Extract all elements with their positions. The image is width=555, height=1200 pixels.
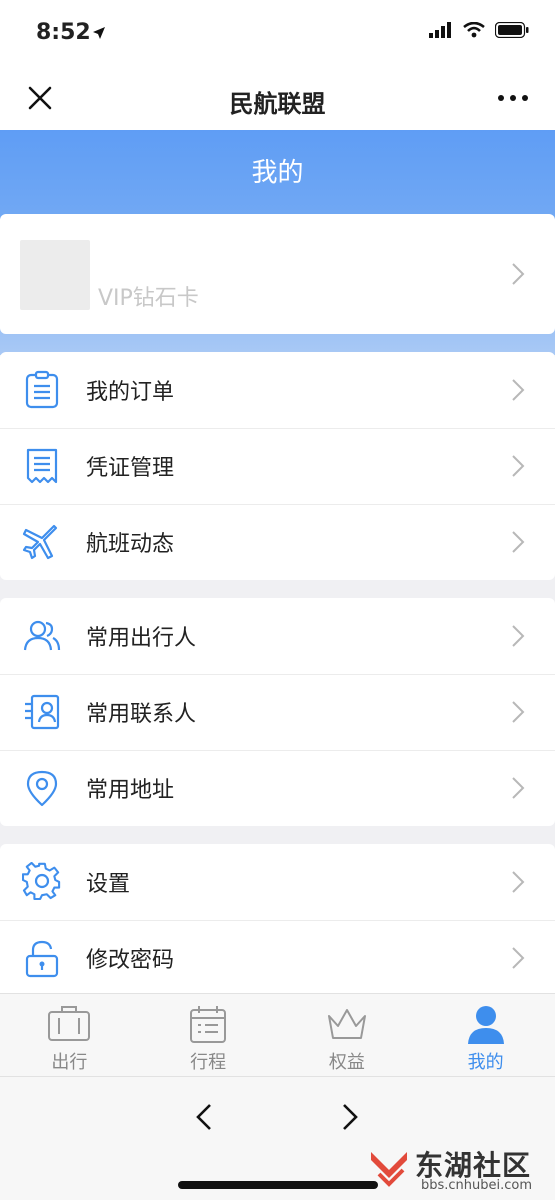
home-indicator[interactable] [178, 1181, 378, 1189]
banner-title: 我的 [251, 158, 304, 188]
back-arrow-icon[interactable] [188, 1101, 220, 1133]
watermark-url: bbs.cnhubei.com [421, 1178, 533, 1193]
menu-item-label: 修改密码 [86, 948, 175, 973]
nav-bar: 民航联盟 [0, 66, 555, 130]
suitcase-icon [48, 1006, 91, 1041]
menu-item-change-password[interactable]: 修改密码 [0, 920, 555, 993]
tab-label: 出行 [51, 1052, 88, 1073]
tab-label: 权益 [328, 1052, 365, 1073]
chevron-right-icon [512, 777, 525, 799]
person-icon [467, 1006, 504, 1044]
menu-item-label: 常用地址 [86, 778, 175, 803]
watermark-logo-icon [371, 1152, 407, 1187]
order-list-icon [25, 370, 59, 409]
chevron-right-icon [512, 379, 525, 401]
chevron-right-icon [512, 871, 525, 893]
chevron-right-icon [512, 263, 525, 285]
account-group: 设置 修改密码 [0, 844, 555, 993]
menu-item-label: 凭证管理 [86, 456, 175, 481]
contacts-group: 常用出行人 常用联系人 常用地址 [0, 598, 555, 826]
tab-mine[interactable]: 我的 [416, 994, 555, 1076]
tab-travel[interactable]: 出行 [0, 994, 139, 1076]
receipt-icon [26, 448, 58, 484]
menu-item-settings[interactable]: 设置 [0, 844, 555, 920]
battery-icon [495, 22, 529, 38]
lock-icon [25, 940, 59, 978]
watermark: 东湖社区 bbs.cnhubei.com [367, 1144, 547, 1196]
orders-group: 我的订单 凭证管理 航班动态 [0, 352, 555, 580]
menu-item-addresses[interactable]: 常用地址 [0, 750, 555, 826]
menu-item-flight-status[interactable]: 航班动态 [0, 504, 555, 580]
calendar-list-icon [190, 1006, 227, 1043]
page-title: 民航联盟 [229, 90, 326, 118]
location-arrow-icon [93, 27, 105, 39]
tab-label: 我的 [467, 1052, 504, 1073]
membership-card[interactable]: VIP钻石卡 [0, 214, 555, 334]
avatar [20, 240, 90, 310]
status-bar: 8:52 [0, 0, 555, 66]
chevron-right-icon [512, 625, 525, 647]
tab-benefits[interactable]: 权益 [278, 994, 417, 1076]
menu-item-travelers[interactable]: 常用出行人 [0, 598, 555, 674]
chevron-right-icon [512, 531, 525, 553]
tab-bar: 出行 行程 权益 我的 [0, 993, 555, 1076]
tab-itinerary[interactable]: 行程 [139, 994, 278, 1076]
chevron-right-icon [512, 947, 525, 969]
chevron-right-icon [512, 455, 525, 477]
membership-tier: VIP钻石卡 [98, 286, 199, 311]
menu-item-label: 我的订单 [86, 380, 175, 405]
travelers-icon [23, 620, 61, 651]
crown-icon [327, 1009, 366, 1039]
forward-arrow-icon[interactable] [334, 1101, 366, 1133]
chevron-right-icon [512, 701, 525, 723]
more-options-icon[interactable] [495, 84, 531, 112]
signal-icon [429, 22, 451, 38]
airplane-icon [22, 524, 58, 560]
menu-item-label: 航班动态 [86, 532, 175, 557]
menu-item-orders[interactable]: 我的订单 [0, 352, 555, 428]
wifi-icon [463, 22, 485, 38]
contact-card-icon [25, 694, 60, 730]
menu-item-label: 常用联系人 [86, 702, 197, 727]
menu-item-vouchers[interactable]: 凭证管理 [0, 428, 555, 504]
status-icons [429, 22, 529, 38]
gear-icon [22, 862, 61, 901]
menu-item-contacts[interactable]: 常用联系人 [0, 674, 555, 750]
menu-item-label: 常用出行人 [86, 626, 197, 651]
tab-label: 行程 [190, 1052, 227, 1073]
status-time: 8:52 [36, 20, 91, 45]
menu-item-label: 设置 [86, 872, 131, 897]
location-pin-icon [26, 770, 58, 807]
